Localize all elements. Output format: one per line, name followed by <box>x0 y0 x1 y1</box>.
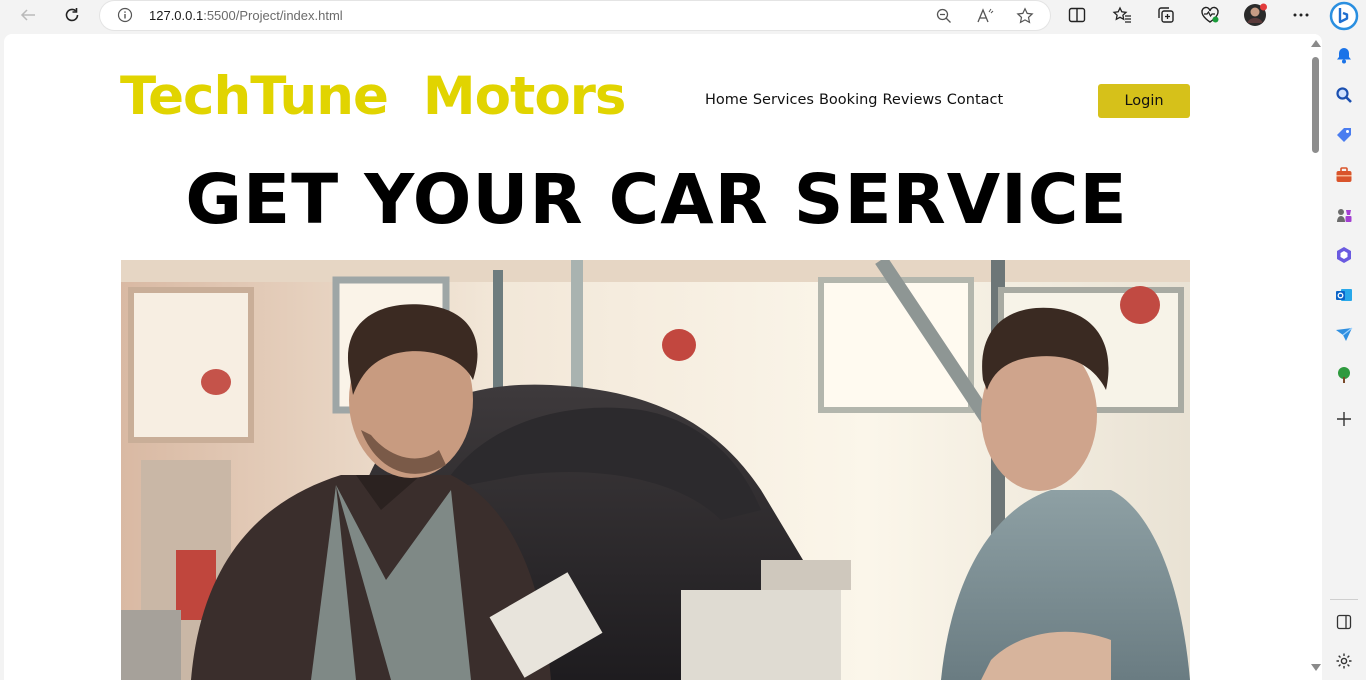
profile-avatar[interactable] <box>1243 3 1269 27</box>
shopping-icon[interactable] <box>1333 124 1355 146</box>
zoom-out-icon[interactable] <box>933 5 955 27</box>
drop-icon[interactable] <box>1333 324 1355 346</box>
settings-icon[interactable] <box>1333 650 1355 672</box>
sidebar-divider <box>1330 599 1358 600</box>
search-icon[interactable] <box>1333 84 1355 106</box>
nav-services[interactable]: Services <box>753 92 814 108</box>
browser-essentials-icon[interactable] <box>1197 3 1223 27</box>
scroll-up-arrow-icon[interactable] <box>1311 40 1321 47</box>
hero-title: GET YOUR CAR SERVICE <box>185 160 1128 240</box>
page-scrollbar[interactable] <box>1309 34 1322 680</box>
favorites-icon[interactable] <box>1109 3 1135 27</box>
collections-icon[interactable] <box>1153 3 1179 27</box>
main-nav: Home Services Booking Reviews Contact <box>705 92 1003 108</box>
tools-icon[interactable] <box>1333 164 1355 186</box>
refresh-icon[interactable] <box>59 3 85 27</box>
url-path: :5500/Project/index.html <box>203 8 343 23</box>
more-icon[interactable] <box>1288 3 1314 27</box>
login-button[interactable]: Login <box>1098 84 1190 118</box>
browser-toolbar: 127.0.0.1:5500/Project/index.html <box>0 0 1366 31</box>
microsoft365-icon[interactable] <box>1333 244 1355 266</box>
url-text: 127.0.0.1:5500/Project/index.html <box>149 8 343 23</box>
copilot-icon[interactable] <box>1329 1 1359 31</box>
edge-sidebar <box>1322 31 1366 680</box>
url-host: 127.0.0.1 <box>149 8 204 23</box>
scroll-down-arrow-icon[interactable] <box>1311 664 1321 671</box>
sidebar-toggle-icon[interactable] <box>1333 611 1355 633</box>
notifications-icon[interactable] <box>1333 44 1355 66</box>
nav-contact[interactable]: Contact <box>947 92 1003 108</box>
outlook-icon[interactable] <box>1333 284 1355 306</box>
page-viewport: TechTune Motors Home Services Booking Re… <box>4 34 1322 680</box>
back-icon[interactable] <box>15 3 41 27</box>
read-aloud-icon[interactable] <box>974 5 996 27</box>
nav-home[interactable]: Home <box>705 92 748 108</box>
nav-reviews[interactable]: Reviews <box>883 92 942 108</box>
scroll-thumb[interactable] <box>1312 57 1319 153</box>
games-icon[interactable] <box>1333 204 1355 226</box>
address-bar[interactable]: 127.0.0.1:5500/Project/index.html <box>100 1 1050 30</box>
tree-icon[interactable] <box>1333 364 1355 386</box>
info-icon[interactable] <box>117 7 133 28</box>
site-logo[interactable]: TechTune Motors <box>120 66 626 127</box>
favorite-star-icon[interactable] <box>1014 5 1036 27</box>
hero-photo <box>121 260 1190 680</box>
nav-booking[interactable]: Booking <box>819 92 878 108</box>
add-icon[interactable] <box>1333 408 1355 430</box>
split-screen-icon[interactable] <box>1064 3 1090 27</box>
